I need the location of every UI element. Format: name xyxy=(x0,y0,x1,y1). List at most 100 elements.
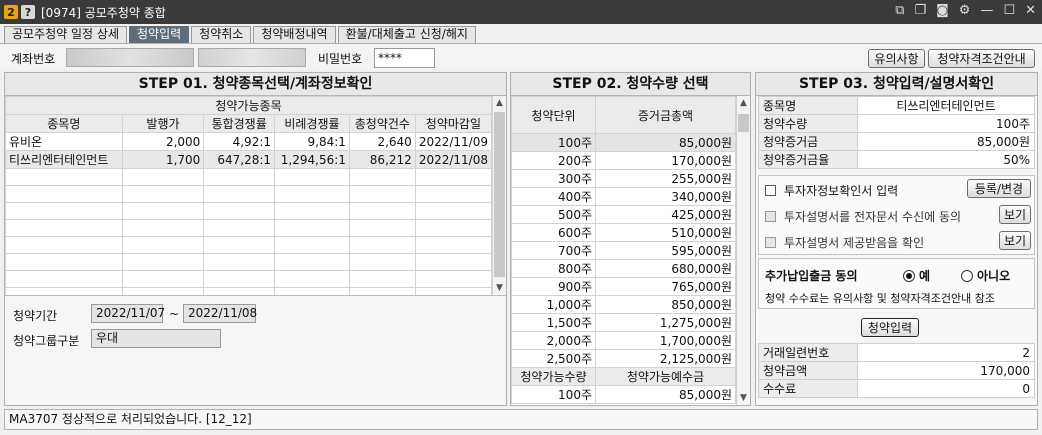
cell-stock-name[interactable]: 유비온 xyxy=(5,132,123,151)
quantity-row[interactable]: 2,000주 1,700,000원 xyxy=(511,331,736,350)
minimize-icon[interactable]: — xyxy=(980,3,993,18)
copy-icon[interactable]: ❐ xyxy=(915,3,927,18)
unit-cell[interactable]: 2,000주 xyxy=(511,331,596,350)
col-stock-name[interactable]: 종목명 xyxy=(5,114,123,133)
cell-stock-name[interactable]: 티쓰리엔터테인먼트 xyxy=(5,150,123,169)
help-icon[interactable]: ? xyxy=(21,5,35,19)
quantity-row[interactable]: 900주 765,000원 xyxy=(511,277,736,296)
deposit-cell[interactable]: 85,000원 xyxy=(595,133,736,152)
tab-allocation-history[interactable]: 청약배정내역 xyxy=(253,26,336,43)
checkbox[interactable] xyxy=(765,211,776,222)
tab-subscription-input[interactable]: 청약입력 xyxy=(129,26,190,43)
cell-deadline[interactable]: 2022/11/09 xyxy=(414,132,493,151)
camera-icon[interactable]: ◙ xyxy=(936,3,949,18)
unit-cell[interactable]: 1,000주 xyxy=(511,295,596,314)
col-issue-price[interactable]: 발행가 xyxy=(121,114,205,133)
cell-ratio-competition[interactable]: 9,84:1 xyxy=(274,132,350,151)
deposit-cell[interactable]: 765,000원 xyxy=(595,277,736,296)
scroll-down-icon[interactable]: ▼ xyxy=(737,391,750,405)
cell-total-applications[interactable]: 2,640 xyxy=(348,132,416,151)
quantity-row[interactable]: 100주 85,000원 xyxy=(511,133,736,152)
cell-issue-price[interactable]: 2,000 xyxy=(121,132,205,151)
col-ratio-competition[interactable]: 비례경쟁률 xyxy=(274,114,350,133)
quantity-row[interactable]: 2,500주 2,125,000원 xyxy=(511,349,736,368)
maximize-icon[interactable]: ☐ xyxy=(1003,3,1015,18)
stock-list-scrollbar[interactable]: ▲ ▼ xyxy=(492,96,506,295)
unit-cell[interactable]: 700주 xyxy=(511,241,596,260)
investor-info-check[interactable]: 투자자정보확인서 입력 xyxy=(765,182,898,199)
unit-cell[interactable]: 900주 xyxy=(511,277,596,296)
tab-refund-transfer[interactable]: 환불/대체출고 신청/해지 xyxy=(337,26,476,43)
unit-cell[interactable]: 200주 xyxy=(511,151,596,170)
table-row[interactable]: 유비온 2,000 4,92:1 9,84:1 2,640 2022/11/09 xyxy=(5,132,493,151)
quantity-row[interactable]: 500주 425,000원 xyxy=(511,205,736,224)
electronic-doc-check[interactable]: 투자설명서를 전자문서 수신에 동의 xyxy=(765,208,961,225)
cell-total-competition[interactable]: 647,28:1 xyxy=(203,150,276,169)
password-input[interactable]: **** xyxy=(374,48,435,68)
cell-issue-price[interactable]: 1,700 xyxy=(121,150,205,169)
radio-no[interactable]: 아니오 xyxy=(961,267,1010,284)
deposit-cell[interactable]: 680,000원 xyxy=(595,259,736,278)
scroll-thumb[interactable] xyxy=(494,112,505,277)
submit-subscription-button[interactable]: 청약입력 xyxy=(861,318,919,337)
unit-cell[interactable]: 300주 xyxy=(511,169,596,188)
unit-cell[interactable]: 1,500주 xyxy=(511,313,596,332)
view-received-button[interactable]: 보기 xyxy=(999,231,1031,250)
quantity-row[interactable]: 400주 340,000원 xyxy=(511,187,736,206)
checkbox[interactable] xyxy=(765,185,776,196)
quantity-row[interactable]: 800주 680,000원 xyxy=(511,259,736,278)
deposit-cell[interactable]: 850,000원 xyxy=(595,295,736,314)
deposit-cell[interactable]: 1,700,000원 xyxy=(595,331,736,350)
cell-deadline[interactable]: 2022/11/08 xyxy=(414,150,493,169)
scroll-down-icon[interactable]: ▼ xyxy=(493,281,506,295)
col-total-applications[interactable]: 총청약건수 xyxy=(348,114,416,133)
deposit-cell[interactable]: 340,000원 xyxy=(595,187,736,206)
deposit-cell[interactable]: 2,125,000원 xyxy=(595,349,736,368)
checkbox[interactable] xyxy=(765,237,776,248)
radio-yes[interactable]: 예 xyxy=(903,267,930,284)
unit-cell[interactable]: 2,500주 xyxy=(511,349,596,368)
notice-button[interactable]: 유의사항 xyxy=(868,49,925,68)
received-doc-check[interactable]: 투자설명서 제공받음을 확인 xyxy=(765,234,924,251)
unit-cell[interactable]: 500주 xyxy=(511,205,596,224)
deposit-cell[interactable]: 255,000원 xyxy=(595,169,736,188)
tab-subscription-cancel[interactable]: 청약취소 xyxy=(191,26,252,43)
cell-total-competition[interactable]: 4,92:1 xyxy=(203,132,276,151)
quantity-row[interactable]: 1,000주 850,000원 xyxy=(511,295,736,314)
col-total-competition[interactable]: 통합경쟁률 xyxy=(203,114,276,133)
unit-cell[interactable]: 100주 xyxy=(511,133,596,152)
deposit-cell[interactable]: 170,000원 xyxy=(595,151,736,170)
close-icon[interactable]: ✕ xyxy=(1025,3,1036,18)
unit-cell[interactable]: 800주 xyxy=(511,259,596,278)
col-deadline[interactable]: 청약마감일 xyxy=(414,114,493,133)
scroll-thumb[interactable] xyxy=(738,114,749,132)
quantity-row[interactable]: 300주 255,000원 xyxy=(511,169,736,188)
account-number-input[interactable] xyxy=(66,48,194,67)
scroll-up-icon[interactable]: ▲ xyxy=(493,96,506,110)
cell-total-applications[interactable]: 86,212 xyxy=(348,150,416,169)
qualification-guide-button[interactable]: 청약자격조건안내 xyxy=(928,49,1035,68)
step1-title: STEP 01. 청약종목선택/계좌정보확인 xyxy=(5,73,506,96)
table-row[interactable]: 티쓰리엔터테인먼트 1,700 647,28:1 1,294,56:1 86,2… xyxy=(5,150,493,169)
deposit-cell[interactable]: 1,275,000원 xyxy=(595,313,736,332)
unit-cell[interactable]: 400주 xyxy=(511,187,596,206)
new-window-icon[interactable]: ⧉ xyxy=(895,3,904,18)
deposit-cell[interactable]: 510,000원 xyxy=(595,223,736,242)
gear-icon[interactable]: ⚙ xyxy=(959,3,971,18)
radio-no-circle[interactable] xyxy=(961,269,973,282)
quantity-scrollbar[interactable]: ▲ ▼ xyxy=(736,96,750,405)
register-change-button[interactable]: 등록/변경 xyxy=(967,179,1031,198)
cell-ratio-competition[interactable]: 1,294,56:1 xyxy=(274,150,350,169)
quantity-row[interactable]: 700주 595,000원 xyxy=(511,241,736,260)
deposit-cell[interactable]: 595,000원 xyxy=(595,241,736,260)
unit-cell[interactable]: 600주 xyxy=(511,223,596,242)
radio-yes-circle[interactable] xyxy=(903,269,915,282)
deposit-cell[interactable]: 425,000원 xyxy=(595,205,736,224)
scroll-up-icon[interactable]: ▲ xyxy=(737,96,750,110)
quantity-row[interactable]: 1,500주 1,275,000원 xyxy=(511,313,736,332)
app-number-badge[interactable]: 2 xyxy=(4,5,18,19)
quantity-row[interactable]: 600주 510,000원 xyxy=(511,223,736,242)
tab-ipo-schedule[interactable]: 공모주청약 일정 상세 xyxy=(4,26,127,43)
view-electronic-button[interactable]: 보기 xyxy=(999,205,1031,224)
quantity-row[interactable]: 200주 170,000원 xyxy=(511,151,736,170)
